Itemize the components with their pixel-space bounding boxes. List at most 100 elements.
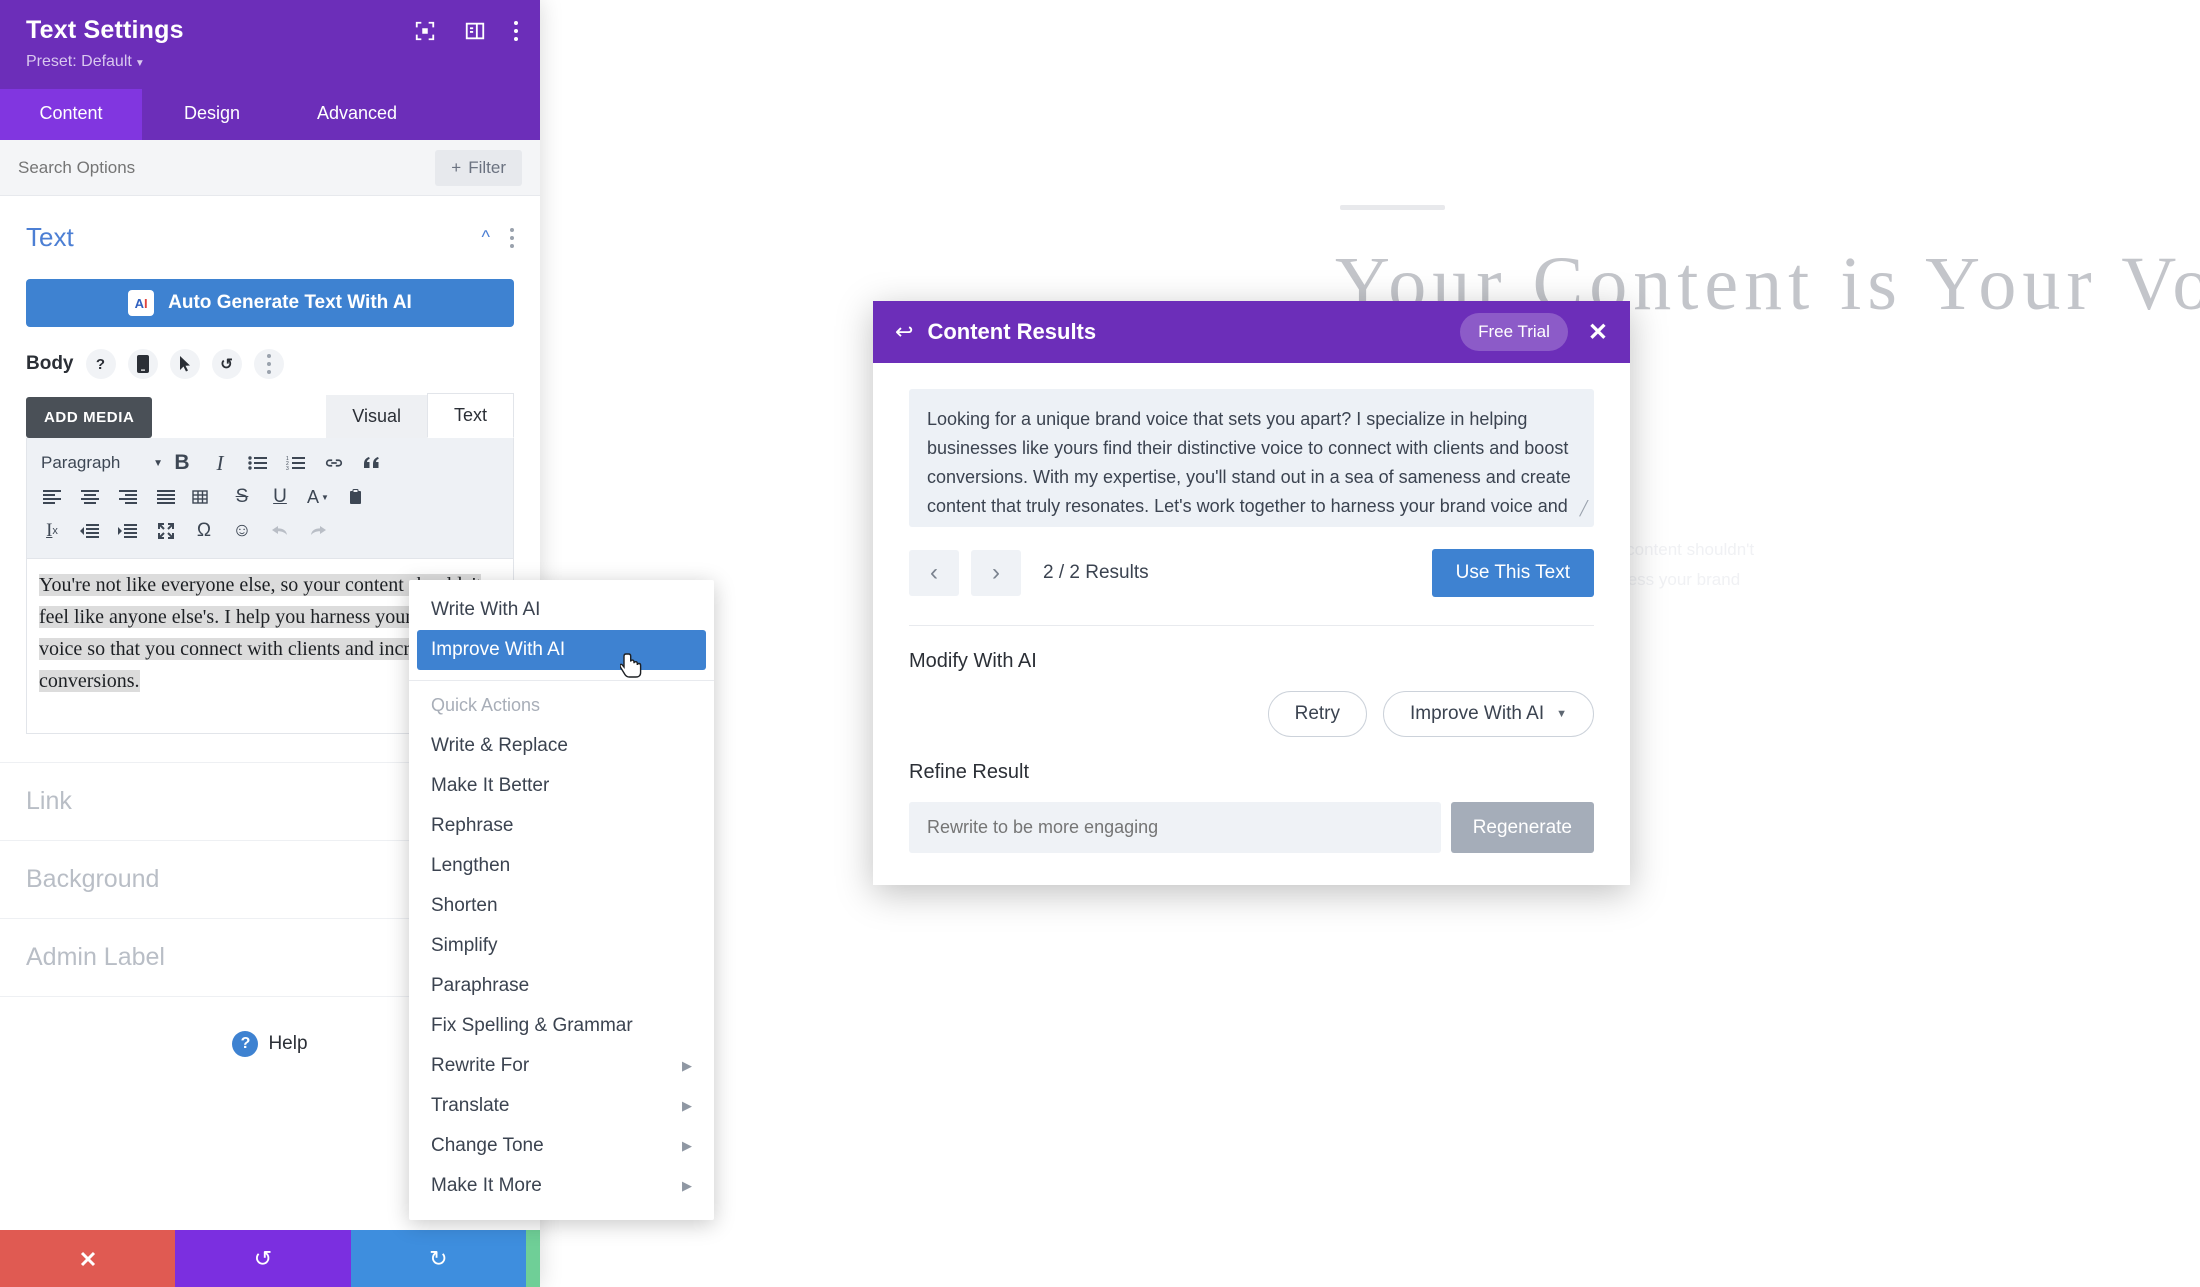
clear-formatting-icon[interactable]: Ix <box>33 514 71 548</box>
menu-item-shorten[interactable]: Shorten <box>409 886 714 926</box>
redo-button[interactable]: ↻ <box>350 1230 526 1287</box>
align-center-icon[interactable] <box>71 480 109 514</box>
add-media-button[interactable]: ADD MEDIA <box>26 397 153 438</box>
field-more-icon[interactable] <box>253 349 284 379</box>
emoji-icon[interactable]: ☺ <box>223 514 261 548</box>
link-icon[interactable] <box>315 446 353 480</box>
save-button[interactable] <box>525 1230 540 1287</box>
fullscreen-icon[interactable] <box>147 514 185 548</box>
align-left-icon[interactable] <box>33 480 71 514</box>
ai-button-label: Auto Generate Text With AI <box>168 292 412 313</box>
menu-item-improve-with-ai[interactable]: Improve With AI <box>417 630 706 670</box>
menu-item-simplify[interactable]: Simplify <box>409 926 714 966</box>
italic-icon[interactable]: I <box>201 446 239 480</box>
reset-icon[interactable]: ↺ <box>211 349 242 379</box>
close-icon[interactable]: ✕ <box>1588 318 1608 347</box>
blockquote-icon[interactable] <box>353 446 391 480</box>
improve-with-ai-dropdown[interactable]: Improve With AI ▼ <box>1383 691 1594 737</box>
panel-header-icons <box>414 20 518 42</box>
toolbar-row-2: S U A ▼ <box>33 480 507 514</box>
align-justify-icon[interactable] <box>147 480 185 514</box>
resize-grip-icon[interactable]: ╱ <box>1580 494 1588 523</box>
section-title: Text <box>26 222 74 252</box>
menu-item-make-it-better[interactable]: Make It Better <box>409 766 714 806</box>
menu-item-fix-spelling-grammar[interactable]: Fix Spelling & Grammar <box>409 1006 714 1046</box>
cancel-button[interactable] <box>0 1230 176 1287</box>
redo-icon[interactable] <box>299 514 337 548</box>
panel-header: Text Settings Preset: Default ▼ <box>0 0 540 89</box>
modal-header: ↩ Content Results Free Trial ✕ <box>873 301 1630 363</box>
submenu-arrow-icon: ▶ <box>682 1098 692 1113</box>
menu-item-change-tone[interactable]: Change Tone ▶ <box>409 1126 714 1166</box>
chevron-up-icon[interactable]: ^ <box>482 227 490 248</box>
filter-button[interactable]: + Filter <box>435 149 522 186</box>
ai-context-menu: Write With AI Improve With AI Quick Acti… <box>409 580 714 1220</box>
modify-with-ai-heading: Modify With AI <box>909 650 1037 672</box>
section-more-icon[interactable] <box>510 227 514 248</box>
format-select[interactable]: Paragraph ▼ <box>33 453 163 473</box>
menu-item-rewrite-for[interactable]: Rewrite For ▶ <box>409 1046 714 1086</box>
modal-divider <box>909 625 1594 626</box>
section-label: Link <box>26 787 72 815</box>
toolbar-row-1: Paragraph ▼ B I 123 <box>33 446 507 480</box>
auto-generate-text-with-ai-button[interactable]: AI Auto Generate Text With AI <box>26 279 514 327</box>
more-vertical-icon[interactable] <box>514 21 518 41</box>
menu-item-write-and-replace[interactable]: Write & Replace <box>409 726 714 766</box>
tab-visual[interactable]: Visual <box>326 395 427 438</box>
menu-item-write-with-ai[interactable]: Write With AI <box>409 590 714 630</box>
use-this-text-button[interactable]: Use This Text <box>1431 549 1594 597</box>
help-question-icon[interactable]: ? <box>85 349 116 379</box>
refine-input[interactable] <box>909 802 1441 853</box>
tab-advanced[interactable]: Advanced <box>282 89 432 140</box>
bullet-list-icon[interactable] <box>239 446 277 480</box>
menu-item-rephrase[interactable]: Rephrase <box>409 806 714 846</box>
editor-mode-tabs: Visual Text <box>326 393 514 438</box>
back-arrow-icon[interactable]: ↩ <box>895 319 913 345</box>
menu-item-translate[interactable]: Translate ▶ <box>409 1086 714 1126</box>
special-character-icon[interactable]: Ω <box>185 514 223 548</box>
hover-cursor-icon[interactable] <box>169 349 200 379</box>
undo-icon[interactable] <box>261 514 299 548</box>
editor-top-row: ADD MEDIA Visual Text <box>0 379 540 438</box>
preset-selector[interactable]: Preset: Default ▼ <box>26 53 514 71</box>
layout-icon[interactable] <box>464 20 486 42</box>
responsive-phone-icon[interactable] <box>127 349 158 379</box>
section-label: Background <box>26 865 160 893</box>
underline-icon[interactable]: U <box>261 480 299 514</box>
refine-result-heading: Refine Result <box>909 761 1030 783</box>
strikethrough-icon[interactable]: S <box>223 480 261 514</box>
undo-button[interactable]: ↺ <box>175 1230 351 1287</box>
table-icon[interactable] <box>185 480 223 514</box>
bold-icon[interactable]: B <box>163 446 201 480</box>
menu-item-paraphrase[interactable]: Paraphrase <box>409 966 714 1006</box>
align-right-icon[interactable] <box>109 480 147 514</box>
tab-design[interactable]: Design <box>142 89 282 140</box>
text-color-icon[interactable]: A ▼ <box>299 480 337 514</box>
improve-with-ai-label: Improve With AI <box>1410 703 1545 724</box>
filter-label: Filter <box>468 157 506 177</box>
refine-row: Regenerate <box>909 802 1594 853</box>
indent-icon[interactable] <box>109 514 147 548</box>
headline-rule <box>1340 205 1445 210</box>
content-results-modal: ↩ Content Results Free Trial ✕ Looking f… <box>873 301 1630 885</box>
help-label: Help <box>268 1033 308 1054</box>
panel-tabs: Content Design Advanced <box>0 89 540 140</box>
tab-content[interactable]: Content <box>0 89 142 140</box>
free-trial-badge[interactable]: Free Trial <box>1460 313 1568 351</box>
results-nav-row: ‹ › 2 / 2 Results Use This Text <box>909 549 1594 597</box>
next-result-button[interactable]: › <box>971 550 1021 596</box>
chevron-down-icon: ▼ <box>153 457 163 469</box>
focus-icon[interactable] <box>414 20 436 42</box>
numbered-list-icon[interactable]: 123 <box>277 446 315 480</box>
menu-item-lengthen[interactable]: Lengthen <box>409 846 714 886</box>
menu-item-make-it-more[interactable]: Make It More ▶ <box>409 1166 714 1206</box>
tab-text[interactable]: Text <box>426 393 514 438</box>
previous-result-button[interactable]: ‹ <box>909 550 959 596</box>
search-input[interactable] <box>18 157 436 178</box>
result-textarea[interactable]: Looking for a unique brand voice that se… <box>909 389 1594 527</box>
retry-button[interactable]: Retry <box>1267 691 1367 737</box>
paste-icon[interactable] <box>337 480 375 514</box>
outdent-icon[interactable] <box>71 514 109 548</box>
regenerate-button[interactable]: Regenerate <box>1450 802 1594 853</box>
results-counter: 2 / 2 Results <box>1043 562 1149 583</box>
